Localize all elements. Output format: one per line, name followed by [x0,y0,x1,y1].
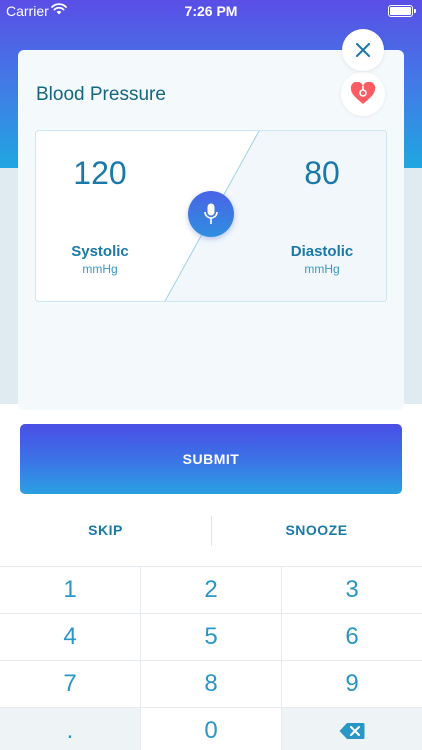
key-4[interactable]: 4 [0,614,140,660]
key-decimal[interactable]: . [0,708,140,750]
close-button[interactable] [342,29,384,71]
key-1[interactable]: 1 [0,567,140,613]
key-0[interactable]: 0 [141,708,281,750]
diastolic-unit: mmHg [304,262,340,276]
systolic-value[interactable]: 120 [50,155,150,192]
heart-icon [350,82,376,104]
clock: 7:26 PM [184,3,238,19]
microphone-icon [204,203,218,224]
battery-icon [388,5,416,17]
key-7[interactable]: 7 [0,661,140,707]
systolic-label: Systolic [71,243,129,260]
systolic-unit: mmHg [82,262,118,276]
close-icon [356,43,370,57]
key-2[interactable]: 2 [141,567,281,613]
diastolic-label: Diastolic [290,243,354,260]
key-5[interactable]: 5 [141,614,281,660]
status-bar: Carrier 7:26 PM [0,0,422,22]
voice-input-button[interactable] [188,191,234,237]
key-3[interactable]: 3 [282,567,422,613]
submit-button[interactable]: SUBMIT [20,424,402,494]
backspace-icon [339,723,365,739]
key-backspace[interactable] [282,708,422,750]
key-8[interactable]: 8 [141,661,281,707]
blood-pressure-card: Blood Pressure 120 Systolic mmHg 80 Dias… [18,50,404,410]
snooze-button[interactable]: SNOOZE [211,508,422,552]
card-title: Blood Pressure [36,84,166,105]
key-6[interactable]: 6 [282,614,422,660]
numeric-keypad: 1 2 3 4 5 6 7 8 9 . 0 [0,566,422,750]
heart-badge [341,72,385,116]
secondary-actions: SKIP SNOOZE [0,508,422,552]
diastolic-value[interactable]: 80 [272,155,372,192]
key-9[interactable]: 9 [282,661,422,707]
skip-button[interactable]: SKIP [0,508,211,552]
